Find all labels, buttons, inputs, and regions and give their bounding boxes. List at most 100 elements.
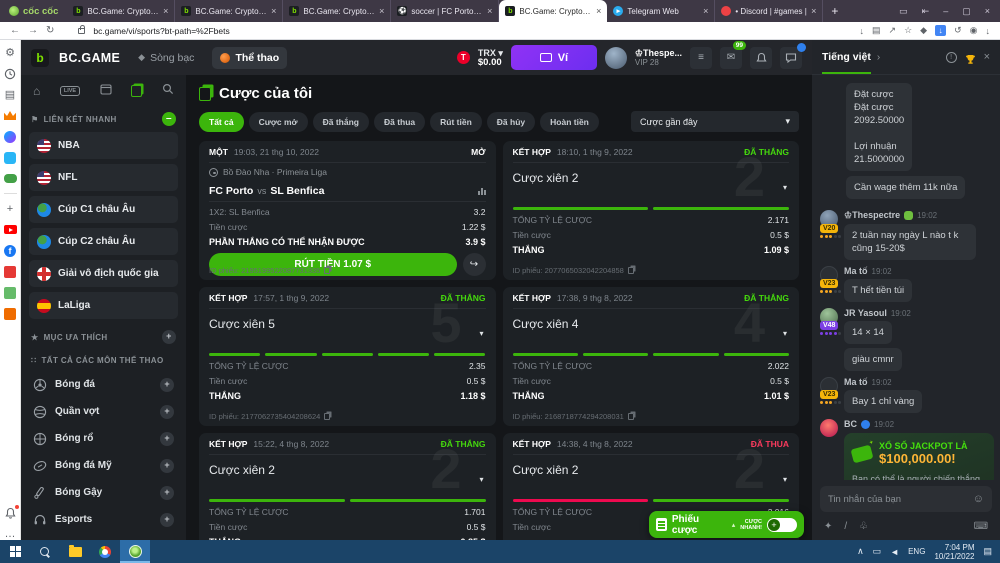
home-icon[interactable]: ⌂ [33,84,40,98]
window-minimize-button[interactable]: – [943,6,948,16]
tab-bcgame-1[interactable]: bBC.Game: Crypto Casino× [67,0,176,22]
sidebar-item-uel[interactable]: Cúp C2 châu Âu [29,228,178,255]
close-tab-icon[interactable]: × [487,6,492,16]
my-bets-icon[interactable] [131,84,143,97]
promo-sale-icon[interactable] [4,265,17,278]
youtube-icon[interactable] [3,223,17,236]
share-icon[interactable]: ↗ [889,25,897,36]
sidebar-sport-soccer[interactable]: Bóng đá + [29,371,178,398]
reading-list-icon[interactable]: ▤ [4,88,17,101]
chat-username[interactable]: BC [844,419,857,429]
leaderboard-icon[interactable]: ≡ [690,46,712,69]
window-close-button[interactable]: × [985,6,990,16]
tab-soccer[interactable]: ⚽soccer | FC Porto vs SL B× [391,0,500,22]
taskbar-search-icon[interactable] [30,540,60,563]
chat-input-box[interactable]: ☺ [820,486,992,512]
copy-icon[interactable] [324,267,331,274]
close-tab-icon[interactable]: × [163,6,168,16]
add-sport-button[interactable]: + [160,485,174,500]
chrome-icon[interactable] [90,540,120,563]
expand-caret-icon[interactable]: ▾ [783,183,787,192]
bet-card-single[interactable]: MỘT 19:03, 21 thg 10, 2022 MỞ Bồ Đào Nha ·… [199,141,496,280]
shopping-cart-icon[interactable] [4,307,17,320]
translate-icon[interactable]: ▤ [872,25,881,36]
restore-tab-icon[interactable]: ⇤ [922,6,930,17]
user-info[interactable]: ♔Thespe... VIP 28 [635,48,682,68]
bcgame-wordmark[interactable]: BC.GAME [59,51,120,65]
filter-won[interactable]: Đã thắng [312,111,369,132]
network-icon[interactable]: ▭ [873,546,882,557]
sidebar-sport-amfootball[interactable]: Bóng đá Mỹ + [29,452,178,479]
quick-bet-toggle[interactable] [767,517,797,532]
sidebar-item-ucl[interactable]: Cúp C1 châu Âu [29,196,178,223]
nav-casino[interactable]: ◆ Sòng bạc [130,47,202,69]
sidebar-item-nba[interactable]: NBA [29,132,178,159]
sidebar-sport-tennis[interactable]: Quần vợt + [29,398,178,425]
file-explorer-icon[interactable] [60,540,90,563]
history-sync-icon[interactable]: ↺ [954,25,962,36]
bet-card-combo[interactable]: KẾT HỢP 15:22, 4 thg 8, 2022 ĐÃ THẮNG Cược… [199,433,496,540]
speaker-icon[interactable]: ◄ [890,547,899,557]
bcgame-logo[interactable]: b [31,48,49,67]
tray-expand-icon[interactable]: ∧ [857,546,864,557]
sidebar-item-laliga[interactable]: LaLiga [29,292,178,319]
coccoc-taskbar-icon[interactable] [120,540,150,563]
sidebar-sport-fifa[interactable]: FIFA+ [29,533,178,540]
tab-telegram[interactable]: ▸ Telegram Web × [607,0,716,22]
calendar-icon[interactable] [100,83,112,98]
coin-rain-icon[interactable]: ✦ [824,521,832,532]
chat-username[interactable]: Ma tố [844,266,868,276]
language-indicator[interactable]: ENG [908,547,925,556]
close-tab-icon[interactable]: × [596,6,601,16]
facebook-icon[interactable]: f [4,244,17,257]
sidebar-sport-esports[interactable]: Esports + [29,506,178,533]
add-sport-button[interactable]: + [160,377,174,392]
mail-icon[interactable]: ✉ 99 [720,40,746,69]
match-name[interactable]: FC Porto vs SL Benfica [209,181,486,202]
expand-caret-icon[interactable]: ▾ [479,329,483,338]
chat-language-tab[interactable]: Tiếng việt [822,51,871,74]
chat-username[interactable]: Ma tố [844,377,868,387]
chat-message-input[interactable] [828,493,973,505]
collapse-button[interactable]: – [162,112,176,126]
nav-sports[interactable]: Thể thao [212,46,288,69]
chat-rules-icon[interactable]: ! [945,51,957,63]
search-icon[interactable] [162,83,174,98]
settings-gear-icon[interactable]: ⚙ [4,46,17,59]
notification-bell-icon[interactable] [4,505,19,519]
download-page-icon[interactable]: ↓ [860,26,865,36]
chat-username[interactable]: ♔Thespectre [844,210,900,221]
copy-icon[interactable] [627,267,634,274]
tab-bcgame-3[interactable]: bBC.Game: Crypto Casino× [283,0,392,22]
expand-caret-icon[interactable]: ▾ [783,475,787,484]
games-gamepad-icon[interactable] [3,172,17,185]
filter-cancelled[interactable]: Đã hủy [486,111,536,132]
sort-dropdown[interactable]: Cược gần đây ▾ [631,111,799,132]
chat-username[interactable]: JR Yasoul [844,308,887,318]
share-bet-button[interactable]: ↪ [462,253,486,276]
gif-keyboard-icon[interactable]: ⌨ [974,521,988,532]
user-avatar[interactable] [604,46,627,69]
more-menu-icon[interactable]: … [4,527,17,540]
filter-lost[interactable]: Đã thua [373,111,426,132]
downloads-tray-icon[interactable]: ↓ [986,26,991,36]
start-button[interactable] [0,540,30,563]
sidebar-item-nfl[interactable]: NFL [29,164,178,191]
balance-selector[interactable]: TRX ▾ $0.00 [478,48,503,68]
filter-cashout[interactable]: Rút tiền [430,111,482,132]
filter-all[interactable]: Tất cả [199,111,244,132]
zalo-icon[interactable] [4,151,17,164]
bet-card-combo[interactable]: KẾT HỢP 17:38, 9 thg 8, 2022 ĐÃ THẮNG Cược… [502,287,799,426]
action-center-icon[interactable]: ▤ [983,546,992,557]
window-maximize-button[interactable]: ▢ [962,6,971,17]
bookmark-star-icon[interactable]: ☆ [904,25,912,36]
history-clock-icon[interactable] [4,67,17,80]
filter-open[interactable]: Cược mở [248,111,308,132]
commands-icon[interactable]: / [844,521,847,532]
downloader-extension-icon[interactable]: ↓ [935,25,947,36]
sidebar-item-championship[interactable]: Giải vô địch quốc gia [29,260,178,287]
add-sport-button[interactable]: + [160,512,174,527]
ssl-lock-icon[interactable] [78,24,86,34]
adblock-shield-icon[interactable]: ◆ [920,25,927,36]
notifications-bell-icon[interactable] [750,46,772,69]
